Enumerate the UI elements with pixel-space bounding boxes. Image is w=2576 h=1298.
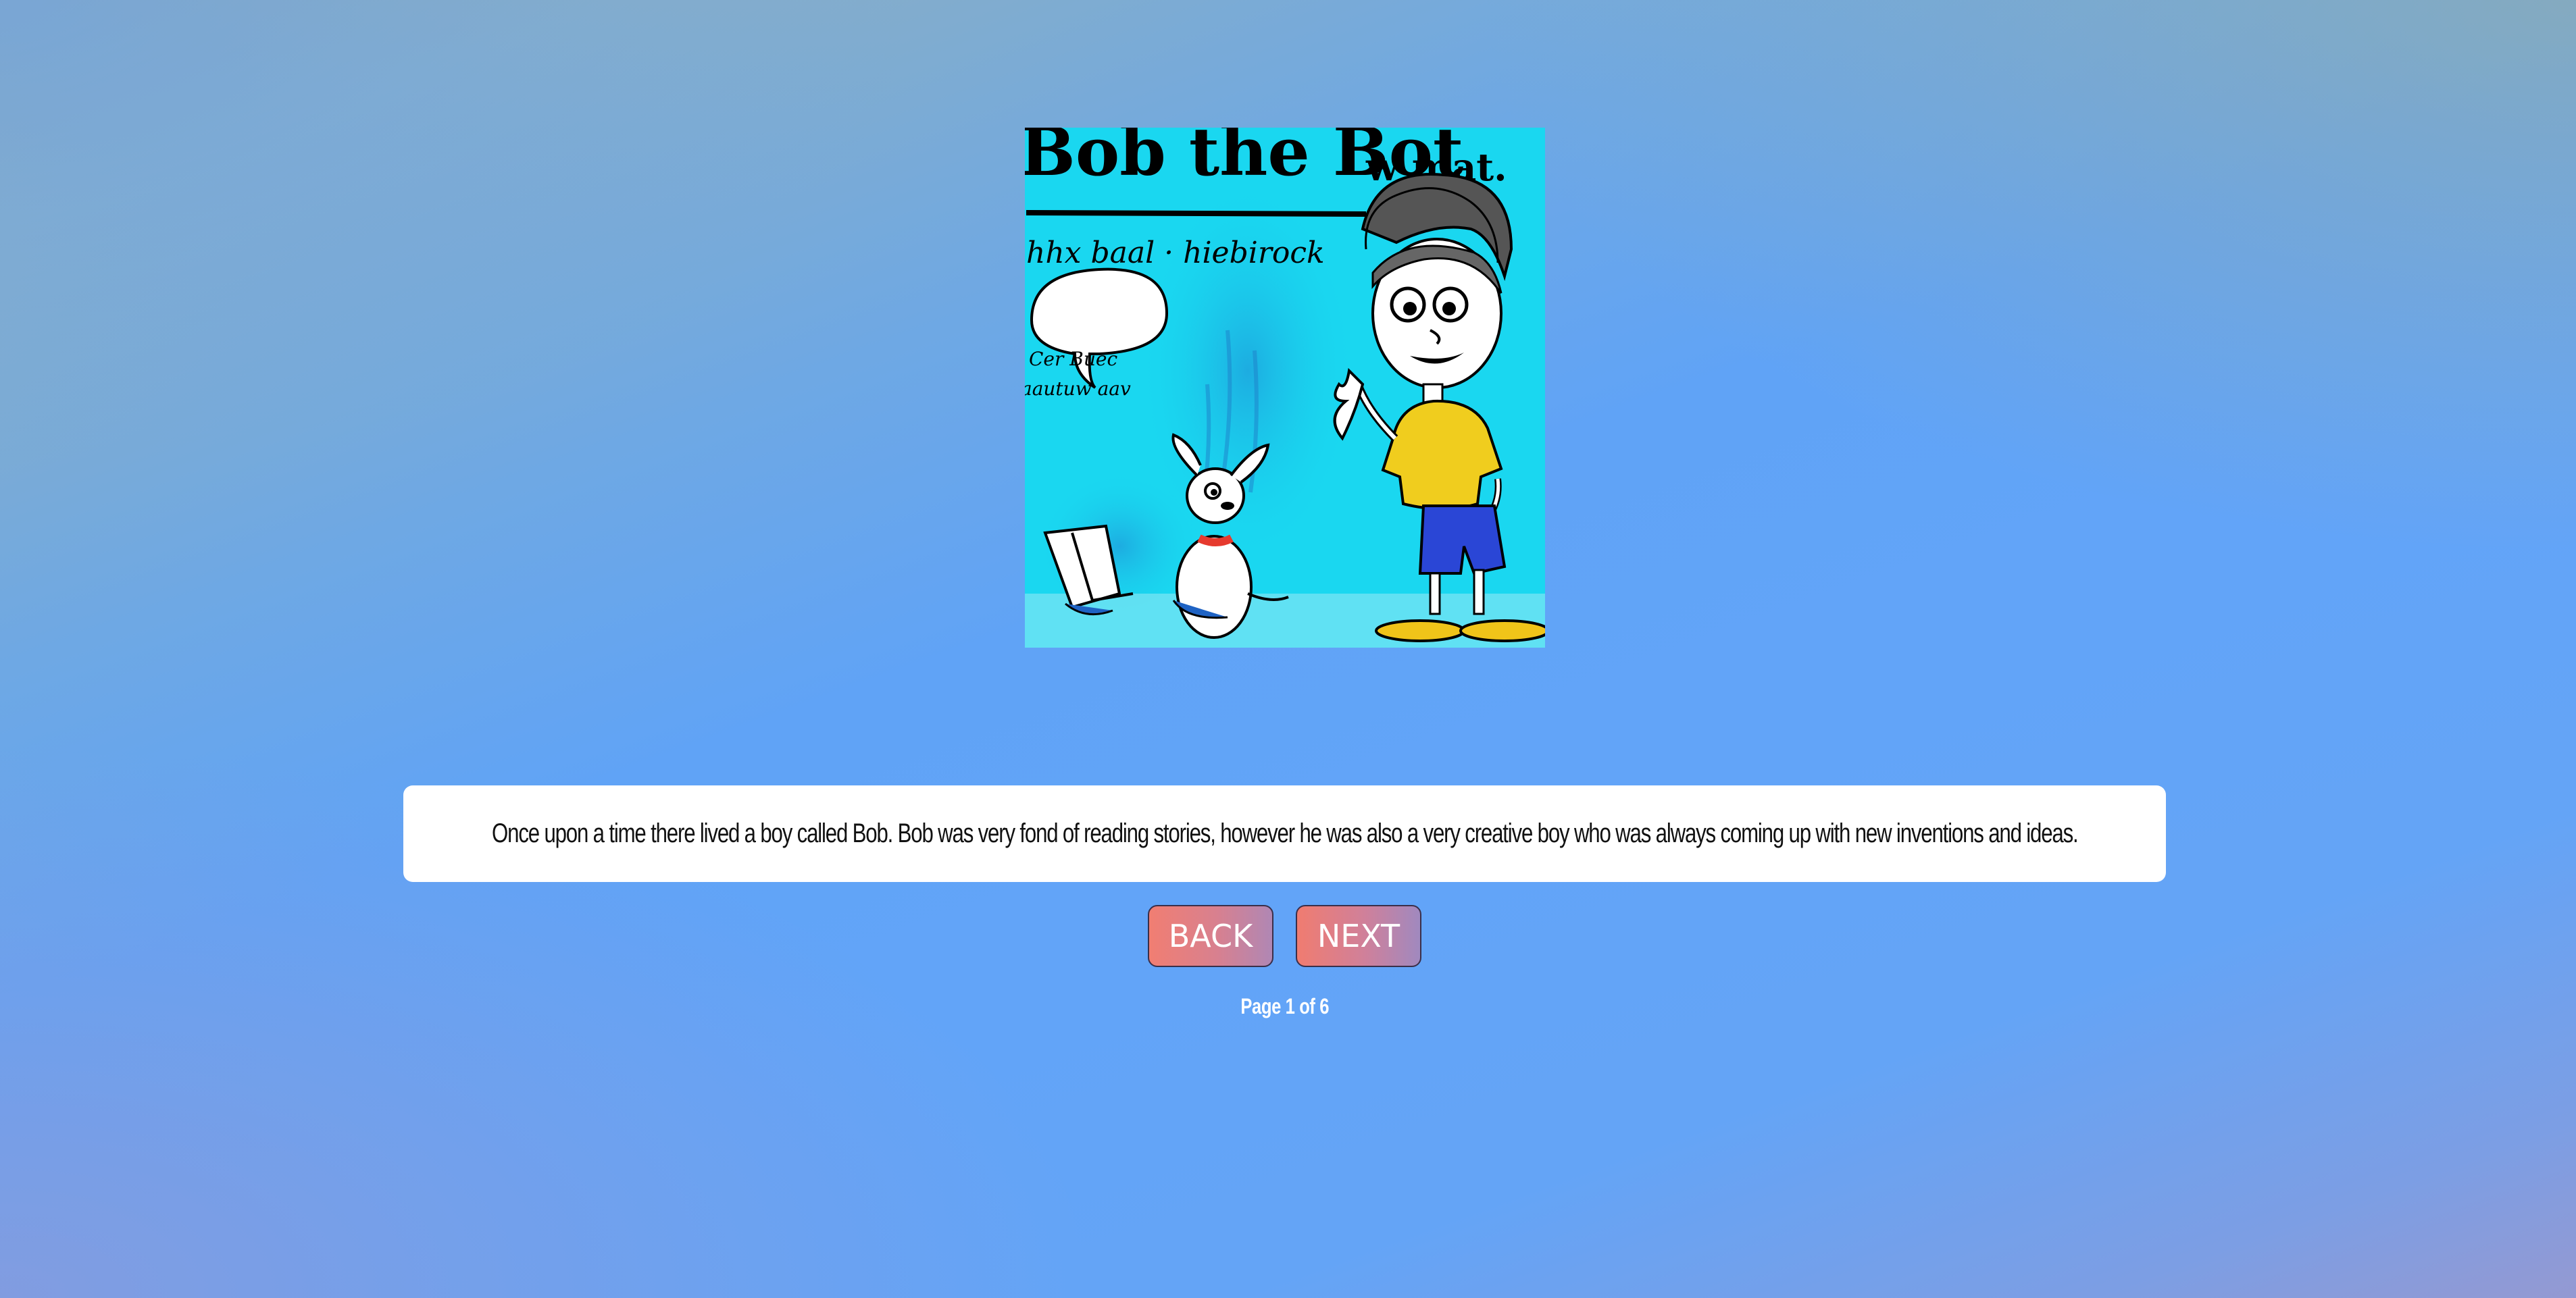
next-button[interactable]: NEXT [1296, 905, 1421, 967]
svg-text:hhx baal · hiebirock: hhx baal · hiebirock [1026, 236, 1325, 270]
back-button[interactable]: BACK [1148, 905, 1273, 967]
story-illustration: Bob the Bot w mat. hhx baal · hiebirock … [1025, 128, 1545, 648]
svg-text:aautuw aav: aautuw aav [1025, 378, 1131, 400]
story-text-card: Once upon a time there lived a boy calle… [403, 785, 2166, 882]
page-indicator: Page 1 of 6 [1081, 994, 1488, 1019]
story-text: Once upon a time there lived a boy calle… [491, 819, 2079, 848]
svg-text:Cer Buec: Cer Buec [1029, 348, 1117, 370]
page-indicator-label: Page 1 of 6 [1240, 994, 1329, 1018]
